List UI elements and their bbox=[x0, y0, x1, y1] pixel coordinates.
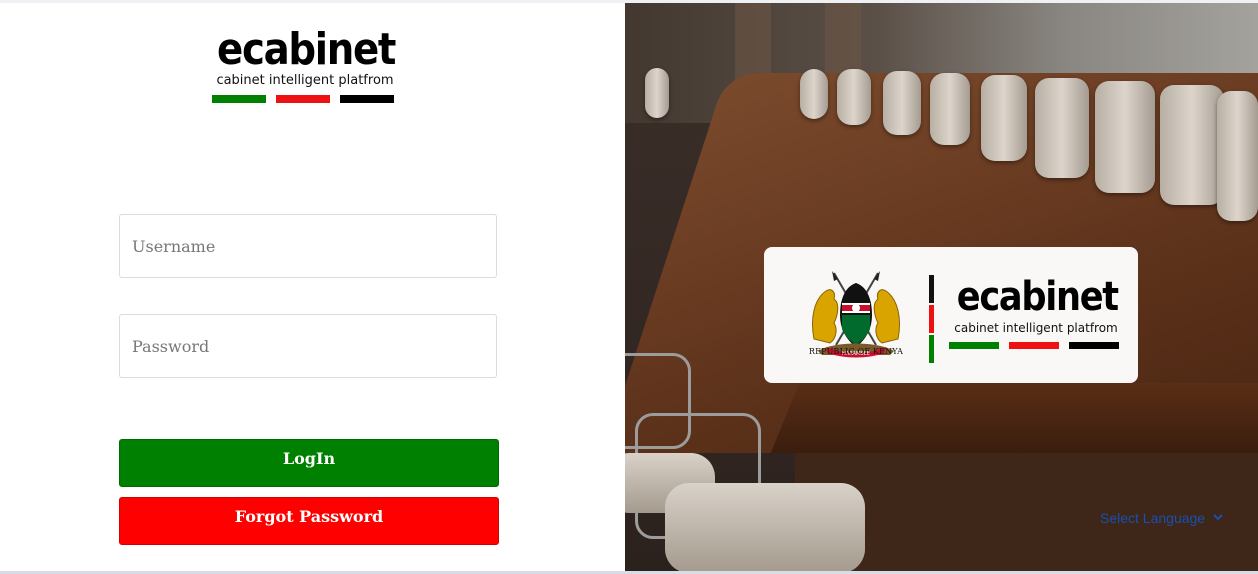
table-edge bbox=[770, 383, 1258, 453]
chair bbox=[800, 69, 828, 119]
brand-logo: ecabinet cabinet intelligent platfrom bbox=[205, 25, 405, 89]
flag-stripes bbox=[212, 95, 394, 103]
red-bar bbox=[929, 305, 934, 333]
chair bbox=[837, 69, 871, 125]
green-bar bbox=[929, 335, 934, 363]
card-red-stripe bbox=[1009, 342, 1059, 349]
username-field[interactable] bbox=[119, 214, 497, 278]
ecabinet-logo-card: HARAMBEE REPUBLIC OF KENYA ecabinet cabi… bbox=[764, 247, 1138, 383]
brand-subtitle: cabinet intelligent platfrom bbox=[216, 73, 394, 88]
password-field[interactable] bbox=[119, 314, 497, 378]
language-selector[interactable]: Select Language bbox=[1100, 508, 1223, 528]
card-subtitle: cabinet intelligent platfrom bbox=[954, 321, 1118, 335]
forgot-password-button[interactable]: Forgot Password bbox=[119, 497, 499, 545]
chair bbox=[883, 71, 921, 135]
emblem-caption: REPUBLIC OF KENYA bbox=[808, 347, 904, 356]
language-label: Select Language bbox=[1100, 510, 1206, 526]
card-green-stripe bbox=[949, 342, 999, 349]
card-title: ecabinet bbox=[956, 274, 1119, 320]
black-bar bbox=[929, 275, 934, 303]
chair bbox=[981, 75, 1027, 161]
red-stripe bbox=[276, 95, 330, 103]
chevron-down-icon bbox=[1213, 512, 1223, 524]
chair bbox=[1217, 91, 1258, 221]
chair bbox=[1160, 85, 1224, 205]
chair bbox=[1035, 78, 1089, 178]
chair bbox=[930, 73, 970, 145]
front-chair bbox=[665, 483, 865, 571]
brand-title: ecabinet bbox=[217, 24, 396, 75]
card-black-stripe bbox=[1069, 342, 1119, 349]
green-stripe bbox=[212, 95, 266, 103]
chair bbox=[1095, 81, 1155, 193]
black-stripe bbox=[340, 95, 394, 103]
boardroom-background: HARAMBEE REPUBLIC OF KENYA ecabinet cabi… bbox=[625, 3, 1258, 571]
login-button[interactable]: LogIn bbox=[119, 439, 499, 487]
chair bbox=[645, 68, 669, 118]
